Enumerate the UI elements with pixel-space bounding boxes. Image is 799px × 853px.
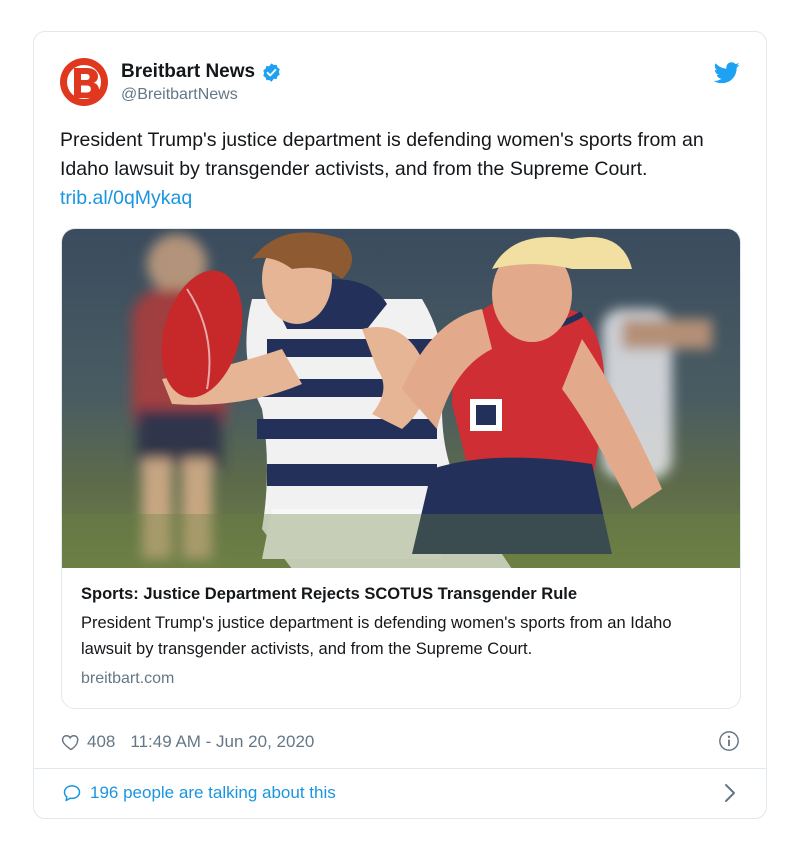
card-domain: breitbart.com [81,670,175,687]
tweet-meta: 408 11:49 AM - Jun 20, 2020 [61,729,740,755]
card-description: President Trump's justice department is … [81,614,672,658]
author-block[interactable]: Breitbart News @BreitbartNews [121,60,282,105]
heart-icon[interactable] [61,732,81,752]
card-title[interactable]: Sports: Justice Department Rejects SCOTU… [81,583,721,605]
card-body[interactable]: Sports: Justice Department Rejects SCOTU… [81,583,721,690]
talking-count[interactable]: 196 people are talking about this [90,783,336,803]
tweet-body: President Trump's justice department is … [60,129,704,180]
like-count[interactable]: 408 [87,732,115,752]
verified-badge-icon [263,62,280,82]
tweet-text: President Trump's justice department is … [60,126,750,213]
tweet-link[interactable]: trib.al/0qMykaq [60,184,750,213]
timestamp[interactable]: 11:49 AM - Jun 20, 2020 [130,732,314,752]
author-name-row[interactable]: Breitbart News [121,60,282,84]
twitter-bird-icon[interactable] [714,62,740,84]
author-handle[interactable]: @BreitbartNews [121,85,282,105]
tweet-header: Breitbart News @BreitbartNews [60,58,740,112]
comment-bubble-icon [63,785,81,802]
chevron-right-icon[interactable] [724,783,736,803]
author-name[interactable]: Breitbart News [121,60,255,84]
tweet-card: Breitbart News @BreitbartNews President … [33,31,767,819]
conversation-link[interactable]: 196 people are talking about this [62,780,740,806]
link-card[interactable]: Sports: Justice Department Rejects SCOTU… [61,228,741,709]
avatar[interactable] [60,58,108,106]
divider [34,768,766,769]
info-icon[interactable] [718,730,740,752]
card-image[interactable] [62,229,741,568]
